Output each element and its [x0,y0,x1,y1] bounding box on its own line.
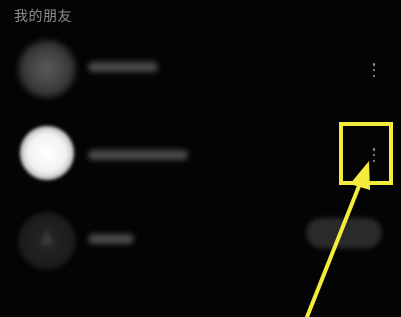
friends-screen: 我的朋友 [0,0,401,317]
annotation-arrow-icon [305,161,370,317]
